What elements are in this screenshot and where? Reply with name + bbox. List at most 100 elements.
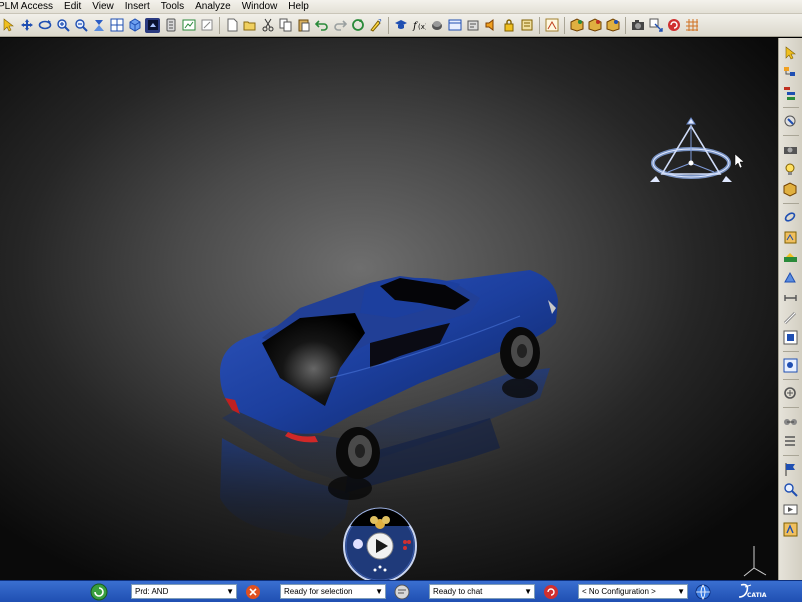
texture-icon[interactable] [782,208,800,226]
catalog-box-2-icon[interactable] [587,18,602,33]
undo-icon[interactable] [314,18,329,33]
lock-icon[interactable] [501,18,516,33]
iso-view-icon[interactable] [127,18,142,33]
sequence-icon[interactable] [782,432,800,450]
main-toolbar: ? f(x) [0,14,802,37]
selection-status-text: Ready for selection [284,587,353,596]
what-is-this-icon[interactable] [199,18,214,33]
zoom-out-icon[interactable] [73,18,88,33]
globe-icon[interactable] [694,583,712,601]
graduate-icon[interactable] [393,18,408,33]
menu-insert[interactable]: Insert [122,1,158,12]
toolbar-separator [625,16,626,34]
grid-icon[interactable] [684,18,699,33]
render-style-icon[interactable] [145,17,160,33]
chevron-down-icon[interactable]: ▼ [524,585,532,598]
paste-icon[interactable] [296,18,311,33]
knowledge-icon[interactable] [429,18,444,33]
new-icon[interactable] [224,18,239,33]
configuration-field[interactable]: < No Configuration > ▼ [578,584,688,599]
chevron-down-icon[interactable]: ▼ [677,585,685,598]
magnifier-icon[interactable] [782,480,800,498]
scene-icon[interactable] [782,112,800,130]
power-input-icon[interactable] [90,583,108,601]
speaker-icon[interactable] [483,18,498,33]
catia-brand-text: CATIA [747,592,767,599]
toolbar-separator [782,203,799,204]
menu-analyze[interactable]: Analyze [192,1,239,12]
stop-icon[interactable] [666,18,681,33]
selection-icon[interactable] [244,583,262,601]
chat-status-field[interactable]: Ready to chat ▼ [429,584,535,599]
compass-widget[interactable] [650,116,732,186]
chevron-down-icon[interactable]: ▼ [375,585,383,598]
axis-triad [743,546,767,577]
copy-icon[interactable] [278,18,293,33]
catalog-icon[interactable] [447,18,462,33]
simulation-icon[interactable] [782,412,800,430]
animation-icon[interactable] [782,384,800,402]
material-icon[interactable] [782,180,800,198]
rotate-icon[interactable] [37,18,52,33]
mouse-cursor [734,153,745,169]
export-icon[interactable] [782,520,800,538]
measure-icon[interactable] [782,288,800,306]
menu-bar: PLM Access Edit View Insert Tools Analyz… [0,0,802,14]
rule-icon[interactable] [519,18,534,33]
open-icon[interactable] [242,18,257,33]
law-icon[interactable] [465,18,480,33]
redo-icon[interactable] [332,18,347,33]
spec-tree-icon[interactable] [782,84,800,102]
video-icon[interactable] [782,500,800,518]
product-field[interactable]: Prd: AND ▼ [131,584,237,599]
product-icon[interactable] [544,18,559,33]
toolbar-separator [782,107,799,108]
toolbar-separator [782,135,799,136]
multi-view-icon[interactable] [109,18,124,33]
catalog-box-3-icon[interactable] [605,18,620,33]
tree-icon[interactable] [782,64,800,82]
section-icon[interactable] [782,308,800,326]
ground-icon[interactable] [782,228,800,246]
formula-icon[interactable]: f(x) [411,18,426,33]
environment-icon[interactable] [782,248,800,266]
menu-tools[interactable]: Tools [158,1,192,12]
cameras-icon[interactable] [630,18,645,33]
help-icon[interactable]: ? [368,18,383,33]
3d-viewport[interactable] [0,38,778,580]
hide-show-icon[interactable] [163,18,178,33]
select-arrow-icon[interactable] [1,18,16,33]
swap-space-icon[interactable] [181,18,196,33]
svg-text:?: ? [378,18,382,26]
shooting-icon[interactable] [782,268,800,286]
camera-icon[interactable] [782,140,800,158]
update-icon[interactable] [350,18,365,33]
cut-icon[interactable] [260,18,275,33]
toolbar-separator [219,16,220,34]
light-icon[interactable] [782,160,800,178]
normal-view-icon[interactable] [91,18,106,33]
toolbar-separator [782,455,799,456]
configuration-icon[interactable] [542,583,560,601]
svg-text:(x): (x) [418,23,426,31]
render-icon[interactable] [782,328,800,346]
catalog-box-icon[interactable] [569,18,584,33]
menu-edit[interactable]: Edit [61,1,89,12]
menu-view[interactable]: View [89,1,122,12]
chevron-down-icon[interactable]: ▼ [226,585,234,598]
flag-icon[interactable] [782,460,800,478]
chat-icon[interactable] [393,583,411,601]
selection-status-field[interactable]: Ready for selection ▼ [280,584,386,599]
toolbar-separator [388,16,389,34]
zoom-in-icon[interactable] [55,18,70,33]
select-icon[interactable] [782,44,800,62]
turntable-icon[interactable] [782,356,800,374]
pan-icon[interactable] [19,18,34,33]
playback-control[interactable] [343,507,417,580]
menu-window[interactable]: Window [239,1,286,12]
menu-help[interactable]: Help [285,1,317,12]
status-bar: Prd: AND ▼ Ready for selection ▼ Ready t… [0,580,802,602]
toolbar-separator [782,379,799,380]
swap-icon[interactable] [648,18,663,33]
menu-plm-access[interactable]: PLM Access [0,1,61,12]
